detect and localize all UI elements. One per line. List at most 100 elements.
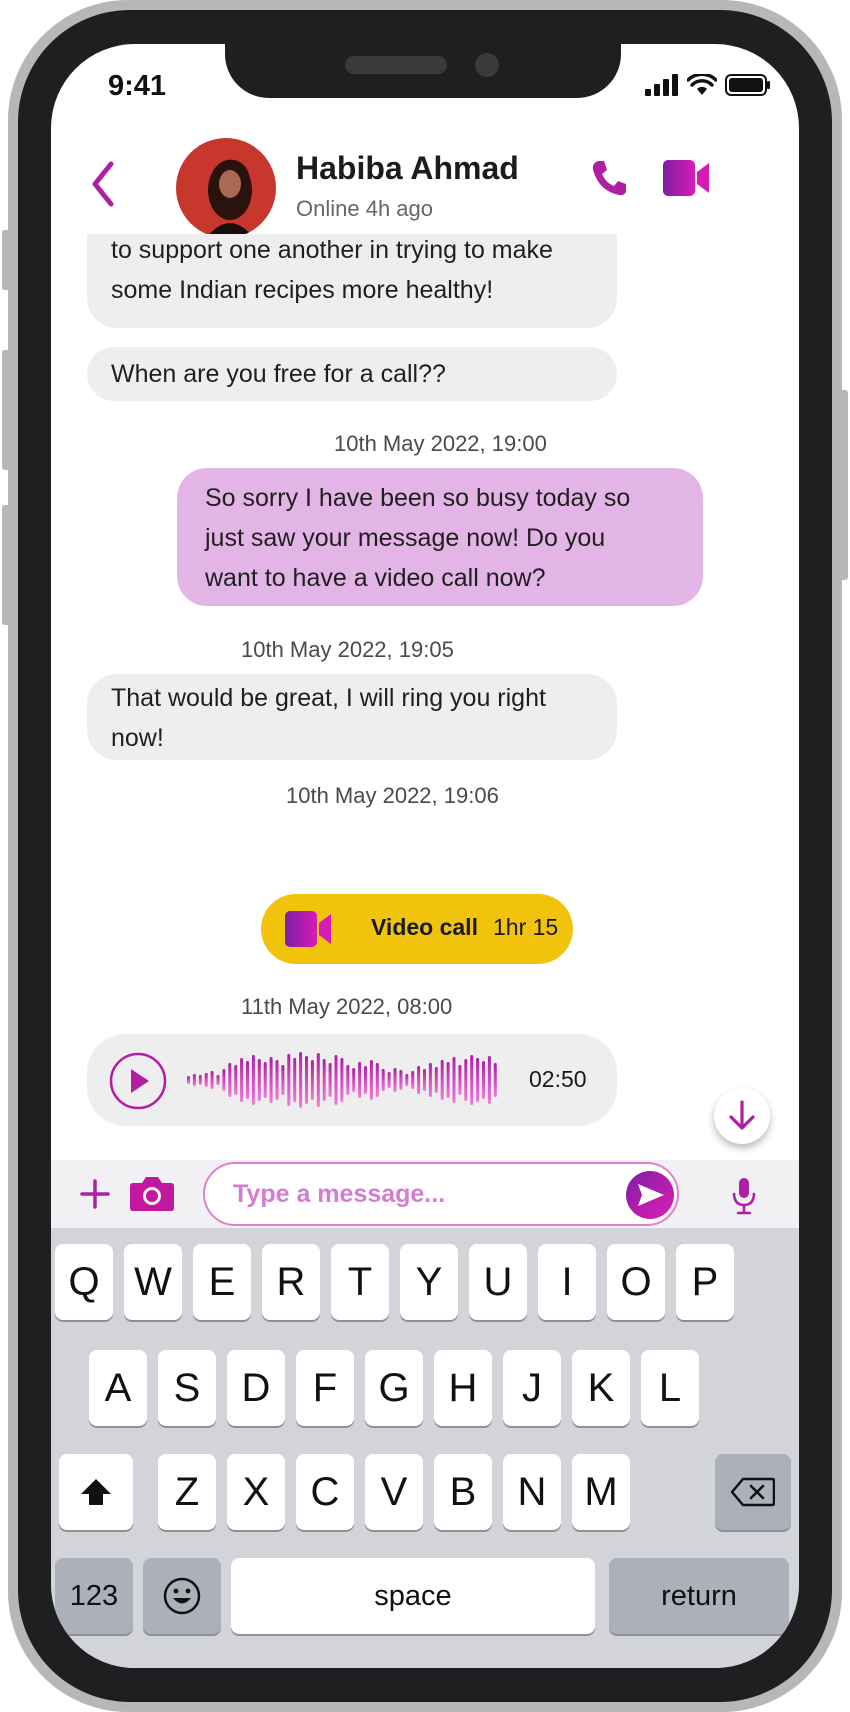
- waveform-bar: [440, 1060, 444, 1100]
- scroll-to-bottom-button[interactable]: [714, 1088, 770, 1144]
- numbers-key[interactable]: 123: [55, 1558, 133, 1634]
- status-icons: [645, 74, 771, 96]
- waveform-bar: [269, 1057, 273, 1103]
- waveform-bar: [222, 1069, 226, 1091]
- waveform-bar: [210, 1071, 214, 1089]
- key-f[interactable]: F: [296, 1350, 354, 1426]
- waveform-bar: [405, 1074, 409, 1086]
- key-r[interactable]: R: [262, 1244, 320, 1320]
- waveform-bar: [434, 1067, 438, 1093]
- key-e[interactable]: E: [193, 1244, 251, 1320]
- key-n[interactable]: N: [503, 1454, 561, 1530]
- speaker-grille: [345, 56, 447, 74]
- message-text: So sorry I have been so busy today so: [205, 484, 631, 512]
- waveform-bar: [251, 1055, 255, 1105]
- message-incoming: That would be great, I will ring you rig…: [87, 674, 617, 760]
- waveform-bar: [340, 1058, 344, 1102]
- waveform-bar: [375, 1063, 379, 1097]
- waveform-bar: [316, 1053, 320, 1107]
- timestamp: 10th May 2022, 19:00: [334, 431, 547, 456]
- message-input[interactable]: Type a message...: [203, 1162, 679, 1226]
- message-text: now!: [111, 724, 164, 752]
- waveform-bar: [358, 1062, 362, 1098]
- waveform-bar: [423, 1069, 426, 1091]
- key-a[interactable]: A: [89, 1350, 147, 1426]
- key-l[interactable]: L: [641, 1350, 699, 1426]
- voice-duration: 02:50: [529, 1066, 587, 1092]
- key-p[interactable]: P: [676, 1244, 734, 1320]
- key-z[interactable]: Z: [158, 1454, 216, 1530]
- waveform-bar: [458, 1065, 462, 1095]
- key-b[interactable]: B: [434, 1454, 492, 1530]
- space-key[interactable]: space: [231, 1558, 595, 1634]
- message-incoming: to support one another in trying to make…: [87, 234, 617, 328]
- video-call-duration: 1hr 15: [493, 914, 559, 940]
- backspace-key[interactable]: [715, 1454, 791, 1530]
- key-o[interactable]: O: [607, 1244, 665, 1320]
- shift-key-face[interactable]: [59, 1454, 133, 1530]
- key-g[interactable]: G: [365, 1350, 423, 1426]
- battery-icon: [725, 74, 770, 96]
- waveform-bar: [234, 1065, 238, 1095]
- key-v[interactable]: V: [365, 1454, 423, 1530]
- waveform-bar: [240, 1058, 244, 1102]
- waveform-bar: [192, 1074, 196, 1086]
- microphone-icon[interactable]: [731, 1176, 757, 1216]
- waveform-bar: [352, 1068, 356, 1092]
- waveform-bar: [305, 1056, 308, 1104]
- emoji-key[interactable]: [143, 1558, 221, 1634]
- waveform-bar: [328, 1063, 332, 1097]
- key-m[interactable]: M: [572, 1454, 630, 1530]
- message-outgoing: So sorry I have been so busy today so ju…: [177, 468, 703, 606]
- waveform-bar: [452, 1057, 456, 1103]
- wifi-icon: [687, 74, 717, 95]
- key-j[interactable]: J: [503, 1350, 561, 1426]
- voice-waveform[interactable]: [187, 1048, 502, 1112]
- timestamp: 10th May 2022, 19:05: [241, 637, 454, 662]
- signal-icon: [645, 74, 678, 96]
- screen: 9:41 Habiba Ahmad Online 4h ago to suppo…: [51, 44, 799, 1668]
- key-w[interactable]: W: [124, 1244, 182, 1320]
- camera-icon[interactable]: [129, 1174, 175, 1212]
- return-key[interactable]: return: [609, 1558, 789, 1634]
- waveform-bar: [204, 1073, 208, 1087]
- key-c[interactable]: C: [296, 1454, 354, 1530]
- key-k[interactable]: K: [572, 1350, 630, 1426]
- backspace-icon: [731, 1477, 775, 1507]
- avatar[interactable]: [176, 138, 276, 238]
- key-s[interactable]: S: [158, 1350, 216, 1426]
- mute-switch: [2, 230, 10, 290]
- key-i[interactable]: I: [538, 1244, 596, 1320]
- video-call-record[interactable]: Video call 1hr 15: [261, 894, 573, 964]
- waveform-bar: [381, 1069, 385, 1091]
- waveform-bar: [470, 1055, 474, 1105]
- shift-icon: [81, 1479, 111, 1505]
- waveform-bar: [476, 1058, 480, 1102]
- video-camera-icon[interactable]: [663, 160, 711, 196]
- timestamp: 10th May 2022, 19:06: [286, 783, 499, 808]
- power-button: [840, 390, 848, 580]
- plus-icon[interactable]: [79, 1178, 111, 1210]
- video-call-label: Video call: [371, 914, 478, 940]
- waveform-bar: [228, 1063, 232, 1097]
- key-d[interactable]: D: [227, 1350, 285, 1426]
- volume-down-button: [2, 505, 10, 625]
- key-y[interactable]: Y: [400, 1244, 458, 1320]
- phone-icon[interactable]: [589, 158, 629, 198]
- waveform-bar: [281, 1065, 285, 1095]
- key-h[interactable]: H: [434, 1350, 492, 1426]
- play-icon[interactable]: [109, 1052, 167, 1110]
- timestamp: 11th May 2022, 08:00: [241, 994, 453, 1019]
- waveform-bar: [399, 1070, 403, 1090]
- waveform-bar: [287, 1054, 291, 1106]
- key-q[interactable]: Q: [55, 1244, 113, 1320]
- message-text: When are you free for a call??: [111, 360, 446, 388]
- key-x[interactable]: X: [227, 1454, 285, 1530]
- key-t[interactable]: T: [331, 1244, 389, 1320]
- waveform-bar: [299, 1052, 303, 1108]
- waveform-bar: [428, 1063, 432, 1097]
- key-u[interactable]: U: [469, 1244, 527, 1320]
- send-icon[interactable]: [625, 1170, 675, 1220]
- waveform-bar: [387, 1072, 391, 1088]
- back-chevron-icon[interactable]: [85, 154, 119, 214]
